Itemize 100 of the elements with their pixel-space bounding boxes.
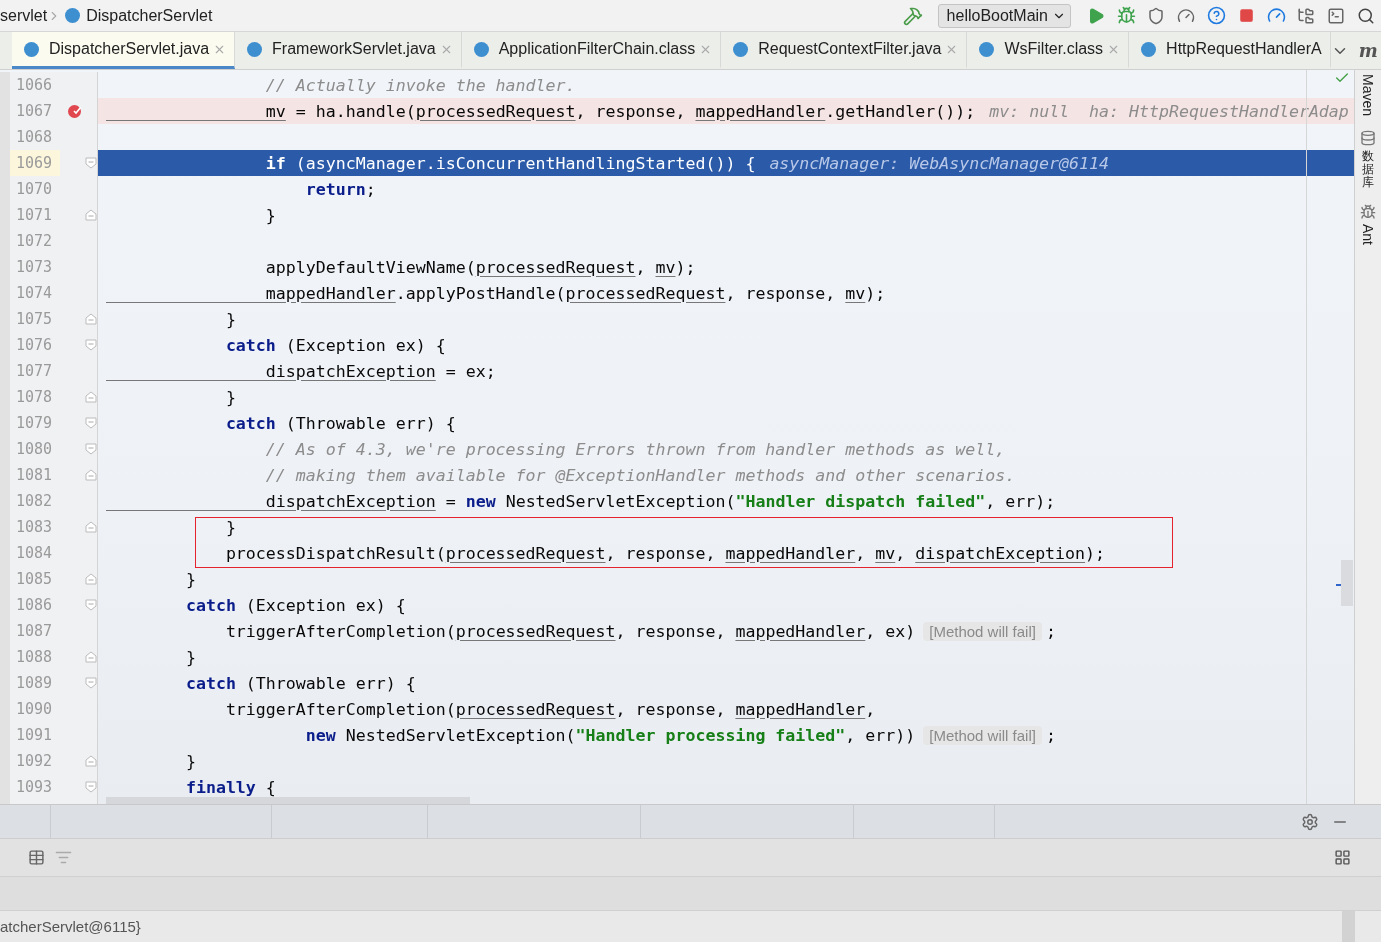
line-number: 1079 — [15, 413, 54, 434]
variable-row[interactable]: atcherServlet@6115} — [0, 918, 141, 935]
run-configuration-dropdown[interactable]: helloBootMain — [937, 3, 1071, 28]
line-number: 1082 — [15, 491, 54, 512]
fold-marker-icon[interactable] — [85, 677, 97, 689]
fold-marker-icon[interactable] — [85, 469, 97, 481]
line-number: 1075 — [15, 309, 54, 330]
line-number: 1090 — [15, 699, 54, 720]
scrollbar-thumb[interactable] — [106, 797, 470, 804]
class-icon — [65, 8, 81, 23]
editor-tab[interactable]: FrameworkServlet.java — [235, 32, 462, 69]
code-line: ; — [1045, 621, 1056, 641]
code-line: mv = ha.handle(processedRequest, response, mappedHandler.getHandler()); — [264, 101, 976, 121]
code-line: finally { — [184, 777, 276, 797]
line-number: 1071 — [15, 205, 54, 226]
line-number: 1077 — [15, 361, 54, 382]
layout-icon[interactable] — [1334, 849, 1351, 866]
bug-icon — [1360, 203, 1376, 220]
code-line: catch (Exception ex) { — [184, 595, 406, 615]
class-icon — [1141, 41, 1157, 57]
breadcrumb-item[interactable]: DispatcherServlet — [86, 6, 213, 25]
editor-tab[interactable]: ApplicationFilterChain.class — [461, 32, 722, 69]
line-number: 1080 — [15, 439, 54, 460]
code-line: } — [264, 205, 276, 225]
inline-debug-value: asyncManager: WebAsyncManager@6114 — [769, 153, 1110, 173]
class-icon — [247, 41, 263, 57]
line-number: 1081 — [15, 465, 54, 486]
code-line: return; — [304, 179, 376, 199]
code-line: } — [184, 647, 196, 667]
line-number: 1074 — [15, 283, 54, 304]
code-line: mappedHandler.applyPostHandle(processedRequest, response, mv); — [264, 283, 886, 303]
code-line: applyDefaultViewName(processedRequest, mv); — [264, 257, 696, 277]
fold-marker-icon[interactable] — [85, 417, 97, 429]
class-icon — [979, 41, 995, 57]
code-line: } — [184, 569, 196, 589]
class-icon — [733, 41, 749, 57]
fold-marker-icon[interactable] — [85, 209, 97, 221]
code-line: if (asyncManager.isConcurrentHandlingStarted()) { — [264, 153, 756, 173]
class-icon — [24, 41, 39, 57]
code-line: catch (Exception ex) { — [224, 335, 446, 355]
code-line: ; — [1045, 725, 1056, 745]
line-number: 1091 — [15, 725, 54, 746]
inspection-hint: [Method will fail] — [923, 621, 1042, 641]
line-number: 1084 — [15, 543, 54, 564]
line-number: 1089 — [15, 673, 54, 694]
inline-debug-value: mv: null ha: HttpRequestHandlerAdap — [989, 101, 1349, 121]
fold-marker-icon[interactable] — [85, 599, 97, 611]
editor-tab[interactable]: DispatcherServlet.java — [12, 32, 236, 69]
line-number: 1068 — [15, 127, 54, 148]
list-icon[interactable] — [55, 849, 72, 866]
line-number: 1093 — [15, 777, 54, 798]
fold-marker-icon[interactable] — [85, 573, 97, 585]
database-icon — [1360, 130, 1376, 147]
line-number: 1067 — [15, 101, 54, 122]
scrollbar-thumb[interactable] — [1341, 560, 1353, 606]
code-line: dispatchException = new NestedServletException("Handler dispatch failed", err); — [264, 491, 1056, 511]
fold-marker-icon[interactable] — [85, 781, 97, 793]
fold-marker-icon[interactable] — [85, 391, 97, 403]
editor-tab[interactable]: RequestContextFilter.java — [721, 32, 968, 69]
line-number: 1085 — [15, 569, 54, 590]
code-line: // As of 4.3, we're processing Errors thrown from handler methods as well, — [264, 439, 1006, 459]
class-icon — [473, 41, 489, 57]
code-line: catch (Throwable err) { — [184, 673, 416, 693]
code-line: dispatchException = ex; — [264, 361, 496, 381]
code-line: // making them available for @ExceptionHandler methods and other scenarios. — [264, 465, 1016, 485]
line-number: 1069 — [10, 150, 60, 176]
line-number: 1092 — [15, 751, 54, 772]
line-number: 1073 — [15, 257, 54, 278]
maven-icon[interactable]: m — [1358, 40, 1378, 61]
tool-window-label[interactable]: Maven — [1360, 74, 1376, 117]
code-line: } — [224, 387, 236, 407]
line-number: 1087 — [15, 621, 54, 642]
fold-marker-icon[interactable] — [85, 755, 97, 767]
code-line: // Actually invoke the handler. — [264, 75, 576, 95]
fold-marker-icon[interactable] — [85, 157, 97, 169]
fold-marker-icon[interactable] — [85, 313, 97, 325]
line-number: 1083 — [15, 517, 54, 538]
breadcrumb-item[interactable]: servlet — [0, 6, 48, 25]
tool-window-label[interactable]: 数据库 — [1362, 150, 1374, 190]
line-number: 1066 — [15, 75, 54, 96]
code-line: } — [224, 309, 236, 329]
tool-window-label[interactable]: Ant — [1360, 223, 1376, 245]
fold-marker-icon[interactable] — [85, 521, 97, 533]
line-number: 1070 — [15, 179, 54, 200]
fold-marker-icon[interactable] — [85, 339, 97, 351]
line-number: 1088 — [15, 647, 54, 668]
table-icon[interactable] — [28, 849, 45, 866]
code-line: triggerAfterCompletion(processedRequest, response, mappedHandler, ex) — [224, 621, 916, 641]
code-line: processDispatchResult(processedRequest, response, mappedHandler, mv, dispatchException); — [224, 543, 1106, 563]
inspection-hint: [Method will fail] — [923, 725, 1042, 745]
scrollbar-track — [1342, 911, 1355, 942]
line-number: 1078 — [15, 387, 54, 408]
breakpoint-icon[interactable] — [67, 103, 83, 119]
code-line: catch (Throwable err) { — [224, 413, 456, 433]
line-number: 1076 — [15, 335, 54, 356]
fold-marker-icon[interactable] — [85, 443, 97, 455]
editor-tab[interactable]: WsFilter.class — [967, 32, 1130, 69]
line-number: 1086 — [15, 595, 54, 616]
editor-tab[interactable]: HttpRequestHandlerA — [1129, 32, 1331, 69]
fold-marker-icon[interactable] — [85, 651, 97, 663]
